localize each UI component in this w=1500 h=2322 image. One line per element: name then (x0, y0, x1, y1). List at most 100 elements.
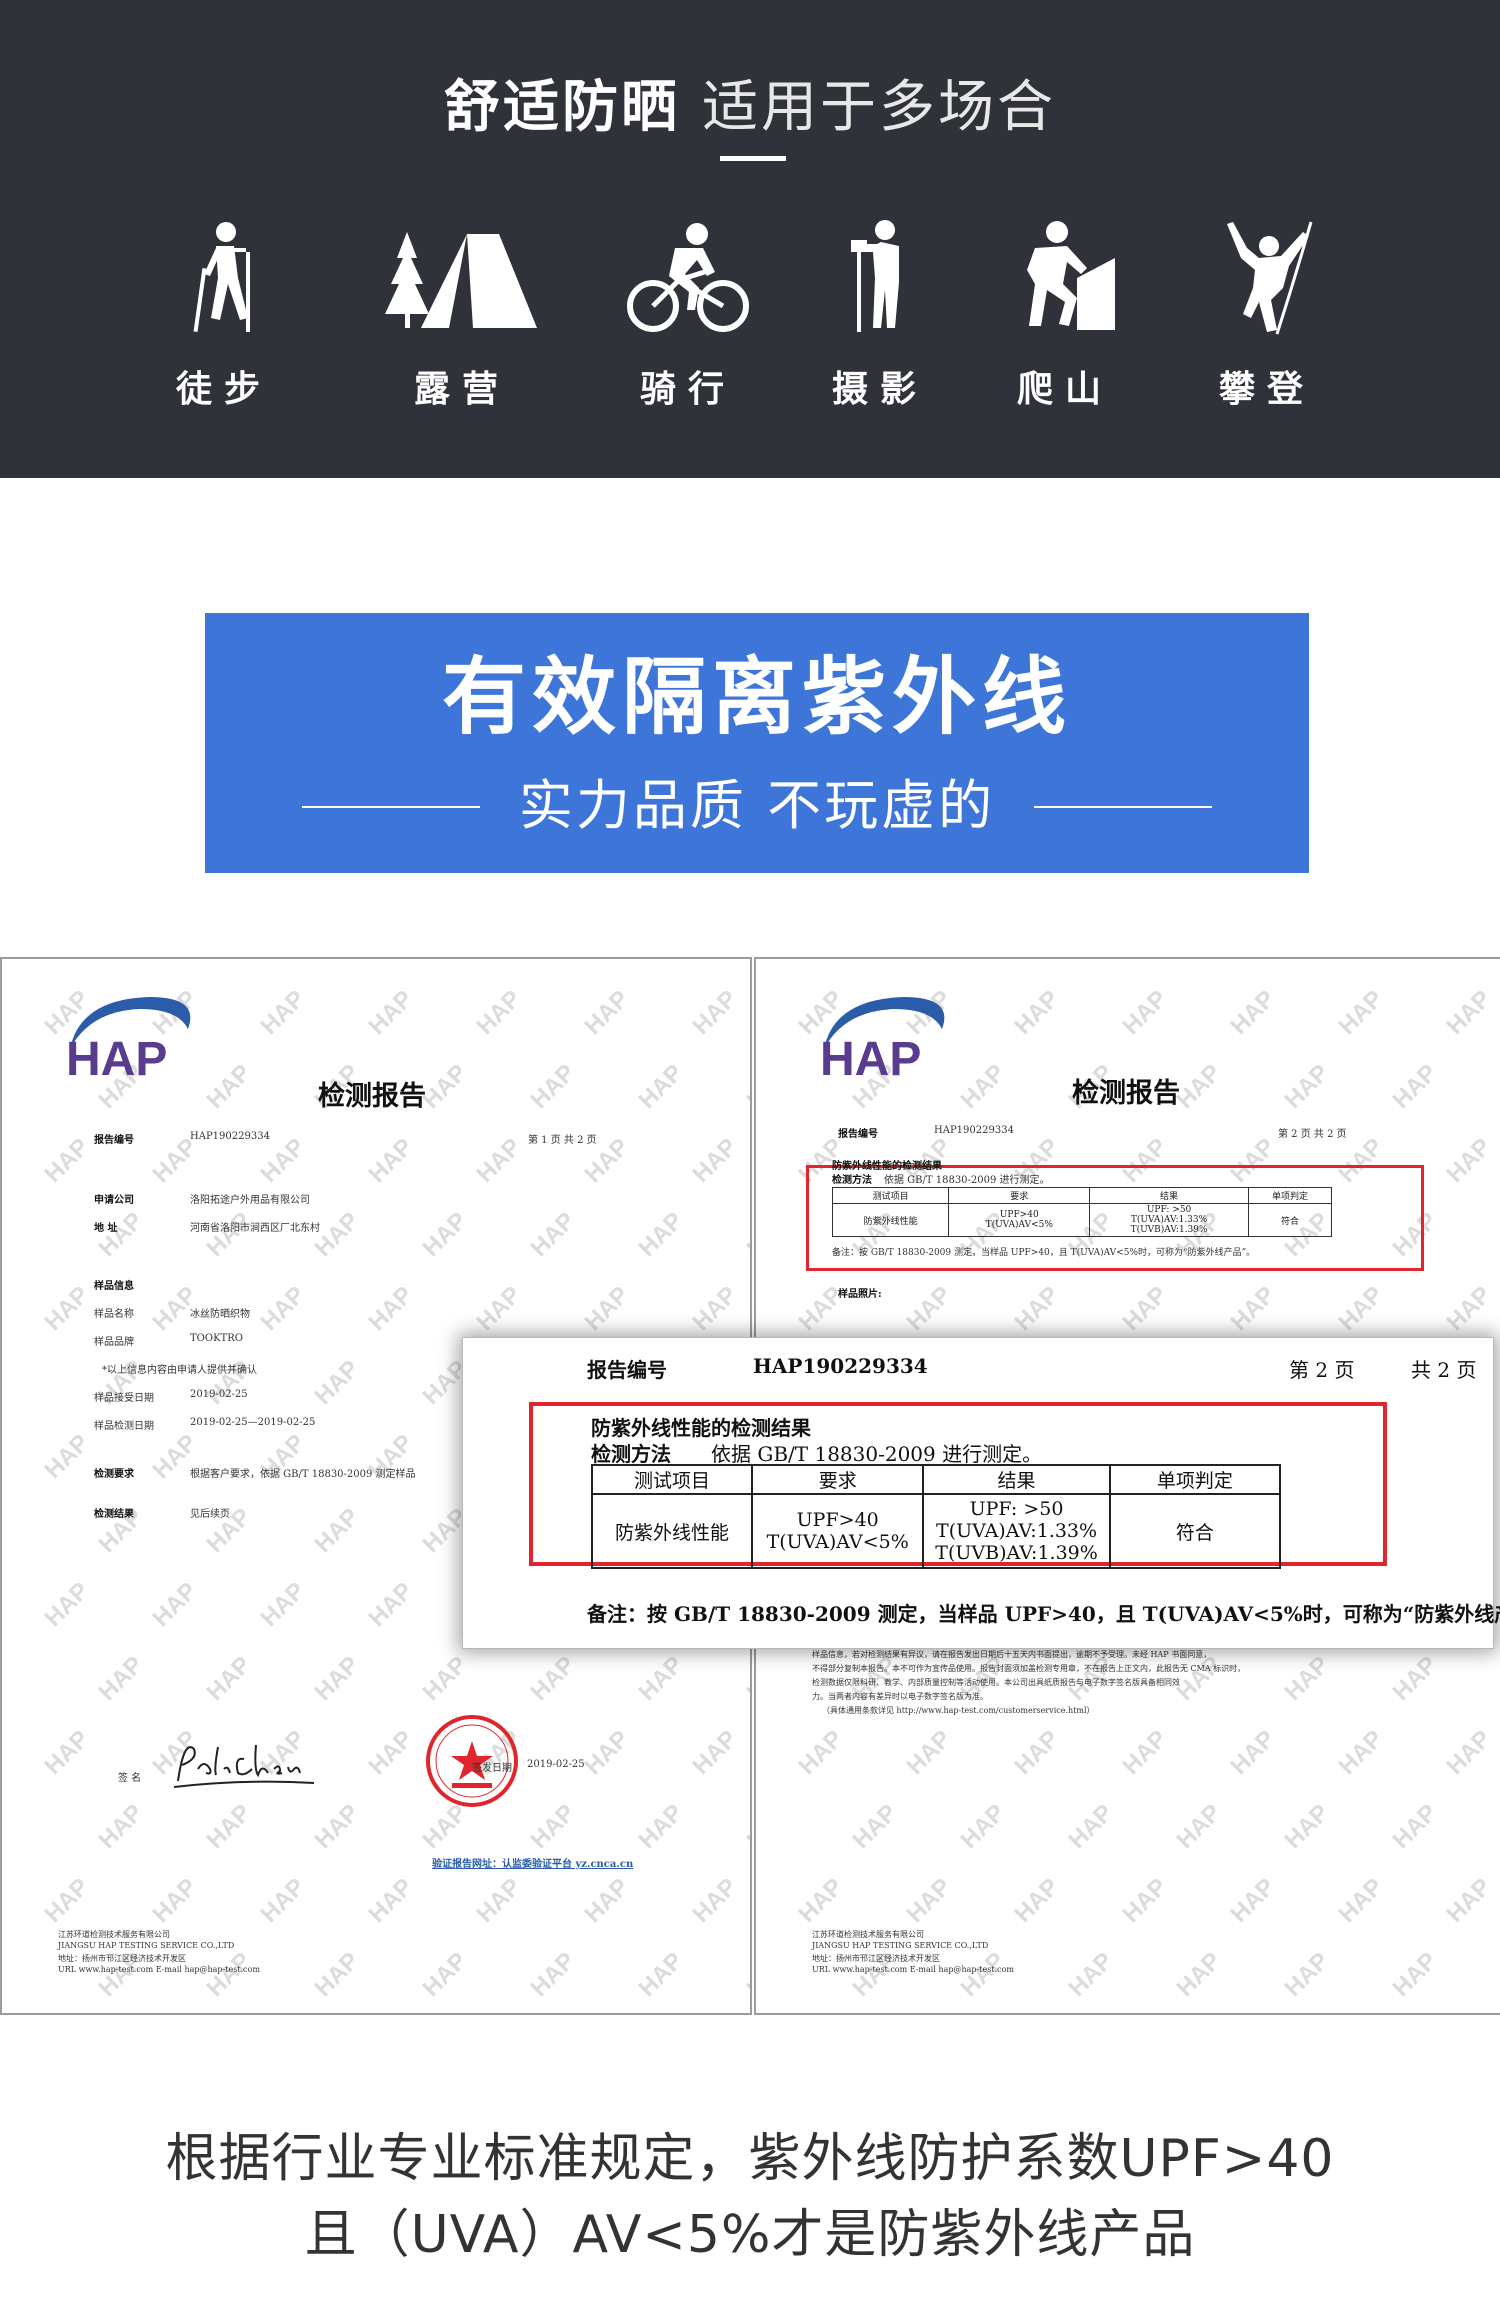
watermark-mark: HAP (201, 1059, 257, 1115)
watermark-mark: HAP (363, 1725, 419, 1781)
table-cell: 防紫外线性能 (831, 1203, 950, 1237)
watermark-mark: HAP (1279, 1059, 1335, 1115)
watermark-mark: HAP (1117, 1281, 1173, 1337)
hap-logo-icon: HAP (66, 997, 191, 1086)
caption-line-2: 且（UVA）AV<5%才是防紫外线产品 (304, 2205, 1196, 2265)
field-label: 检测要求 (94, 1469, 134, 1480)
section-title: 防紫外线性能的检测结果 (832, 1161, 942, 1172)
activity-photography: 摄影 (790, 218, 970, 412)
table-cell-result: UPF: >50 T(UVA)AV:1.33% T(UVB)AV:1.39% (922, 1493, 1111, 1569)
title-light: 适用于多场合 (702, 75, 1056, 140)
page-number: 第 1 页 共 2 页 (528, 1135, 597, 1146)
table-cell: 符合 (1247, 1203, 1333, 1237)
watermark-mark: HAP (147, 1873, 203, 1929)
activity-label: 骑行 (639, 369, 736, 410)
field-value: 河南省洛阳市涧西区厂北东村 (190, 1223, 320, 1234)
watermark-mark: HAP (471, 1873, 527, 1929)
divider-right (1034, 806, 1212, 808)
watermark-mark: HAP (1225, 985, 1281, 1041)
result-uvb: T(UVB)AV:1.39% (935, 1542, 1098, 1564)
field-label: 样品品牌 (94, 1337, 134, 1348)
results-table-mini: 测试项目 要求 结果 单项判定 防紫外线性能 UPF>40 T(UVA)AV<5%… (831, 1187, 1333, 1237)
watermark-mark: HAP (1387, 1059, 1443, 1115)
watermark-mark: HAP (1171, 1799, 1227, 1855)
field-label: 样品检测日期 (94, 1421, 154, 1432)
page-number: 第 2 页 共 2 页 (1278, 1129, 1347, 1140)
banner-title: 舒适防晒 适用于多场合 (0, 68, 1500, 148)
watermark-mark: HAP (39, 1577, 95, 1633)
table-cell-requirement: UPF>40 T(UVA)AV<5% (751, 1493, 925, 1569)
mountain-climbing-icon (1027, 221, 1115, 330)
hap-logo-icon: HAP (820, 997, 945, 1086)
footer-line: URL www.hap-test.com E-mail hap@hap-test… (58, 1965, 260, 1974)
watermark-mark: HAP (1495, 1651, 1500, 1707)
watermark-mark: HAP (687, 1873, 743, 1929)
field-value: 冰丝防晒织物 (190, 1309, 250, 1320)
table-cell-item: 防紫外线性能 (590, 1493, 754, 1569)
zoom-report-no-label: 报告编号 (587, 1358, 667, 1382)
table-header: 单项判定 (1247, 1187, 1333, 1204)
sample-photo-label: 样品照片: (838, 1289, 882, 1300)
watermark-mark: HAP (363, 1577, 419, 1633)
watermark-mark: HAP (793, 1873, 849, 1929)
zoom-method-label: 检测方法 (591, 1442, 671, 1466)
hiking-icon (193, 222, 250, 332)
watermark-mark: HAP (687, 1133, 743, 1189)
table-header: 要求 (751, 1464, 925, 1495)
report-heading: 检测报告 (318, 1081, 426, 1112)
watermark-mark: HAP (525, 1651, 581, 1707)
watermark-mark: HAP (363, 1281, 419, 1337)
watermark-mark: HAP (525, 1947, 581, 2003)
uv-banner: 有效隔离紫外线 实力品质 不玩虚的 (205, 613, 1309, 873)
watermark-mark: HAP (1009, 1873, 1065, 1929)
watermark-mark: HAP (201, 1651, 257, 1707)
issue-date-value: 2019-02-25 (527, 1759, 585, 1770)
watermark-mark: HAP (955, 1059, 1011, 1115)
watermark-mark: HAP (1441, 1725, 1497, 1781)
terms-link[interactable]: （具体通用条款详见 http://www.hap-test.com/custom… (822, 1705, 1095, 1716)
watermark-mark: HAP (741, 1651, 752, 1707)
verify-link[interactable]: 验证报告网址：认监委验证平台 yz.cnca.cn (432, 1855, 633, 1870)
report-no-value: HAP190229334 (934, 1125, 1014, 1136)
field-note: *以上信息内容由申请人提供并确认 (102, 1365, 257, 1376)
watermark-mark: HAP (633, 1059, 689, 1115)
report-no-label: 报告编号 (838, 1129, 878, 1140)
watermark-mark: HAP (793, 1725, 849, 1781)
table-header: 测试项目 (590, 1464, 754, 1495)
activity-label: 攀登 (1218, 369, 1315, 410)
watermark-mark: HAP (255, 985, 311, 1041)
watermark-mark: HAP (741, 1947, 752, 2003)
watermark-mark: HAP (741, 1207, 752, 1263)
terms-line: 不得部分复制本报告。本不可作为宣传品使用。报告封面须加盖检测专用章，不在报告上正… (812, 1664, 1246, 1673)
zoom-method-value: 依据 GB/T 18830-2009 进行测定。 (711, 1442, 1043, 1466)
watermark-mark: HAP (417, 1947, 473, 2003)
field-label: 检测结果 (94, 1509, 134, 1520)
watermark-mark: HAP (1009, 1281, 1065, 1337)
zoom-total-pages: 共 2 页 (1411, 1358, 1477, 1382)
zoom-page: 第 2 页 (1289, 1358, 1355, 1382)
title-bold: 舒适防晒 (444, 75, 680, 140)
activity-mountain: 爬山 (975, 218, 1155, 412)
activity-label: 徒步 (175, 369, 272, 410)
watermark-mark: HAP (309, 1799, 365, 1855)
footer-line: URL www.hap-test.com E-mail hap@hap-test… (812, 1965, 1014, 1974)
watermark-mark: HAP (1279, 1947, 1335, 2003)
watermark-mark: HAP (525, 1207, 581, 1263)
watermark-mark: HAP (147, 1577, 203, 1633)
watermark-mark: HAP (955, 1947, 1011, 2003)
table-header: 结果 (1089, 1187, 1249, 1204)
watermark-mark: HAP (309, 1651, 365, 1707)
field-value: 洛阳拓途户外用品有限公司 (190, 1195, 310, 1206)
activity-camping: 露营 (372, 218, 552, 412)
svg-text:HAP: HAP (66, 1033, 167, 1086)
method-label: 检测方法 (832, 1175, 872, 1186)
field-label: 申请公司 (94, 1195, 134, 1206)
zoom-report-no-value: HAP190229334 (753, 1354, 928, 1378)
watermark-mark: HAP (417, 1207, 473, 1263)
table-cell: UPF>40 T(UVA)AV<5% (948, 1203, 1091, 1237)
field-value: TOOKTRO (190, 1333, 243, 1344)
watermark-mark: HAP (1333, 985, 1389, 1041)
watermark-mark: HAP (687, 1281, 743, 1337)
table-header: 结果 (922, 1464, 1111, 1495)
watermark-mark: HAP (255, 1281, 311, 1337)
